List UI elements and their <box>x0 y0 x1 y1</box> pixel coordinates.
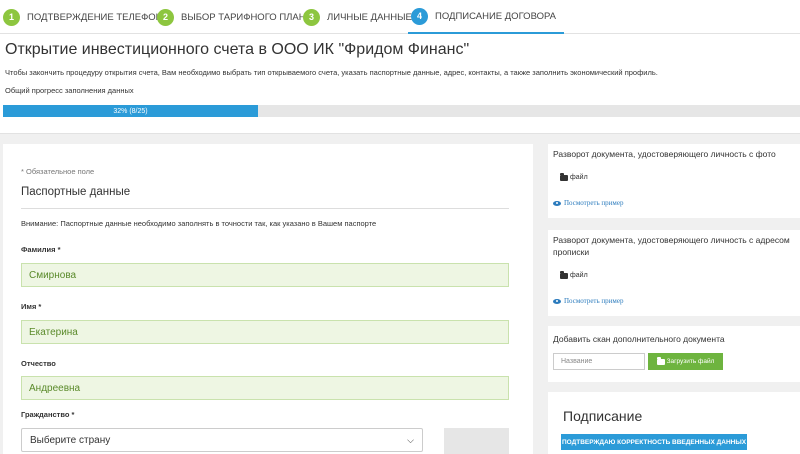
additional-scan-card: Добавить скан дополнительного документа … <box>548 326 800 382</box>
required-note: * Обязательное поле <box>21 167 95 176</box>
step-number-badge: 3 <box>303 8 320 26</box>
upload-file-button[interactable]: Загрузить файл <box>648 353 723 370</box>
passport-warning: Внимание: Паспортные данные необходимо з… <box>21 219 377 228</box>
divider <box>21 208 509 209</box>
citizenship-select-value: Выберите страну <box>30 434 111 446</box>
folder-icon <box>656 356 665 365</box>
card-title: Разворот документа, удостоверяющего личн… <box>553 149 776 159</box>
link-label: Посмотреть пример <box>564 199 624 207</box>
eye-icon <box>553 298 561 304</box>
progress-bar-fill: 32% (8/25) <box>3 105 258 117</box>
step-label: ЛИЧНЫЕ ДАННЫЕ <box>327 11 412 23</box>
folder-icon <box>560 172 568 181</box>
signing-title: Подписание <box>563 408 643 424</box>
citizenship-select[interactable]: Выберите страну ⌵ <box>21 428 423 452</box>
view-example-link[interactable]: Посмотреть пример <box>553 199 623 207</box>
file-label: файл <box>570 174 588 181</box>
citizenship-label: Гражданство * <box>21 410 75 419</box>
file-label: файл <box>570 272 588 279</box>
card-title: Добавить скан дополнительного документа <box>553 334 725 344</box>
citizenship-side-field <box>444 428 509 454</box>
document-name-input[interactable]: Название <box>553 353 645 370</box>
step-label: ПОДПИСАНИЕ ДОГОВОРА <box>435 10 557 22</box>
link-label: Посмотреть пример <box>564 297 624 305</box>
photo-page-upload-card: Разворот документа, удостоверяющего личн… <box>548 144 800 218</box>
last-name-label: Фамилия * <box>21 245 61 254</box>
step-label: ПОДТВЕРЖДЕНИЕ ТЕЛЕФОНА <box>27 11 169 23</box>
upload-label: Загрузить файл <box>666 358 715 365</box>
step-label: ВЫБОР ТАРИФНОГО ПЛАНА <box>181 11 312 23</box>
page-title: Открытие инвестиционного счета в ООО ИК … <box>5 41 470 58</box>
page-header: Открытие инвестиционного счета в ООО ИК … <box>0 34 800 134</box>
step-number-badge: 1 <box>3 8 20 26</box>
step-tariff-plan[interactable]: 2 ВЫБОР ТАРИФНОГО ПЛАНА <box>157 0 312 34</box>
patronymic-label: Отчество <box>21 359 56 368</box>
view-example-link[interactable]: Посмотреть пример <box>553 297 623 305</box>
folder-icon <box>560 270 568 279</box>
confirm-data-button[interactable]: ПОДТВЕРЖДАЮ КОРРЕКТНОСТЬ ВВЕДЕННЫХ ДАННЫ… <box>561 434 747 450</box>
file-upload-trigger[interactable]: файл <box>560 172 588 181</box>
eye-icon <box>553 200 561 206</box>
first-name-input[interactable]: Екатерина <box>21 320 509 344</box>
file-upload-trigger[interactable]: файл <box>560 270 588 279</box>
page-description: Чтобы закончить процедуру открытия счета… <box>5 68 658 77</box>
step-phone-confirmation[interactable]: 1 ПОДТВЕРЖДЕНИЕ ТЕЛЕФОНА <box>3 0 169 34</box>
first-name-label: Имя * <box>21 302 42 311</box>
progress-stepper: 1 ПОДТВЕРЖДЕНИЕ ТЕЛЕФОНА 2 ВЫБОР ТАРИФНО… <box>0 0 800 34</box>
step-number-badge: 4 <box>411 7 428 25</box>
chevron-down-icon: ⌵ <box>407 434 414 445</box>
last-name-input[interactable]: Смирнова <box>21 263 509 287</box>
signing-card: Подписание ПОДТВЕРЖДАЮ КОРРЕКТНОСТЬ ВВЕД… <box>548 392 800 454</box>
address-page-upload-card: Разворот документа, удостоверяющего личн… <box>548 230 800 316</box>
card-title: Разворот документа, удостоверяющего личн… <box>553 235 790 257</box>
step-personal-data[interactable]: 3 ЛИЧНЫЕ ДАННЫЕ <box>303 0 412 34</box>
step-contract-signing[interactable]: 4 ПОДПИСАНИЕ ДОГОВОРА <box>408 0 565 34</box>
step-number-badge: 2 <box>157 8 174 26</box>
passport-form: * Обязательное поле Паспортные данные Вн… <box>3 144 533 454</box>
progress-label: Общий прогресс заполнения данных <box>5 86 134 95</box>
progress-bar: 32% (8/25) <box>3 105 800 117</box>
patronymic-input[interactable]: Андреевна <box>21 376 509 400</box>
section-title: Паспортные данные <box>21 186 131 198</box>
